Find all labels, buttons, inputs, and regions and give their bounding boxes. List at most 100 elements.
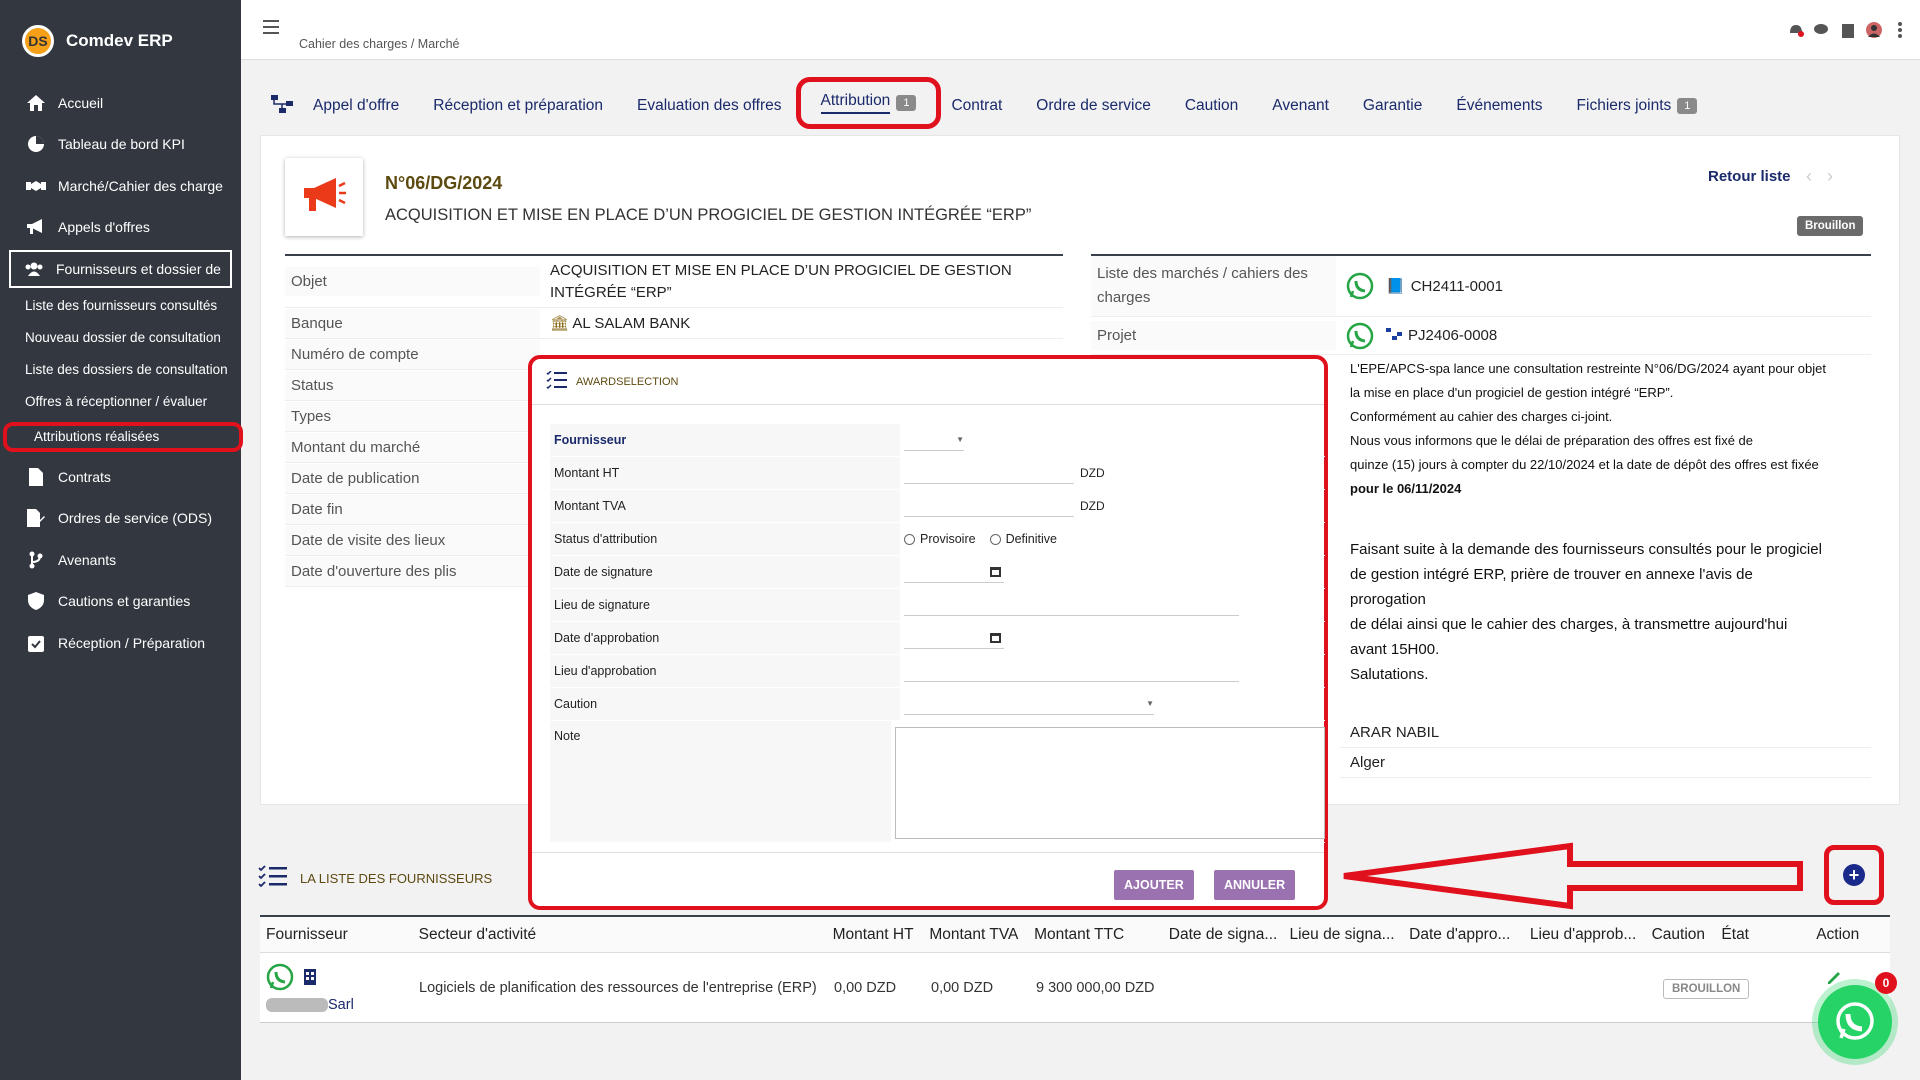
app-name: Comdev ERP (66, 31, 173, 50)
add-button[interactable]: AJOUTER (1114, 870, 1194, 900)
tab-label: Attribution (820, 92, 891, 114)
lieu-approbation-input[interactable] (904, 660, 1239, 682)
form-value (900, 655, 1325, 687)
note-textarea[interactable] (895, 727, 1325, 839)
sidebar-item-marche[interactable]: Marché/Cahier des charge (0, 165, 241, 207)
field-row: Liste des marchés / cahiers des charges … (1091, 256, 1871, 317)
montant-ht-input[interactable] (904, 462, 1074, 484)
calendar-icon[interactable] (990, 630, 1001, 647)
whatsapp-icon[interactable] (1346, 272, 1374, 300)
column-header[interactable]: Date d'appro... (1403, 926, 1524, 944)
tab-appel-offre[interactable]: Appel d'offre (313, 97, 399, 115)
column-header[interactable]: Caution (1646, 926, 1716, 944)
supplier-select[interactable]: ▼ (904, 429, 964, 451)
calendar-icon[interactable] (990, 564, 1001, 581)
sidebar-item-contrats[interactable]: Contrats (0, 456, 241, 498)
project-icon (1386, 327, 1402, 344)
add-supplier-button[interactable]: + (1843, 864, 1865, 886)
handshake-icon (26, 176, 46, 196)
chat-icon[interactable] (1814, 22, 1830, 38)
column-header[interactable]: Fournisseur (260, 926, 413, 944)
sidebar-subitem-liste-dossiers[interactable]: Liste des dossiers de consultation (0, 354, 241, 386)
column-header[interactable]: Date de signa... (1163, 926, 1284, 944)
sidebar-item-avenants[interactable]: Avenants (0, 539, 241, 581)
whatsapp-icon[interactable] (1346, 322, 1374, 350)
sidebar-item-fournisseurs[interactable]: Fournisseurs et dossier de (9, 250, 232, 288)
state-cell: BROUILLON (1527, 978, 1827, 999)
whatsapp-float-button[interactable] (1818, 985, 1892, 1059)
tab-attribution[interactable]: Attribution 1 (795, 77, 942, 129)
sector-cell: Logiciels de planification des ressource… (419, 979, 817, 996)
record-fields-right: Liste des marchés / cahiers des charges … (1091, 254, 1871, 355)
message-line: avant 15H00. (1350, 641, 1440, 658)
cancel-button[interactable]: ANNULER (1214, 870, 1296, 900)
sidebar-item-accueil[interactable]: Accueil (0, 82, 241, 124)
sidebar-item-ods[interactable]: Ordres de service (ODS) (0, 498, 241, 540)
tab-garantie[interactable]: Garantie (1363, 97, 1422, 115)
market-link[interactable]: CH2411-0001 (1411, 278, 1503, 295)
bank-name: AL SALAM BANK (572, 315, 691, 332)
brand[interactable]: DS Comdev ERP (0, 0, 241, 82)
radio-provisoire[interactable]: Provisoire (904, 532, 976, 546)
sidebar-subitem-offres[interactable]: Offres à réceptionner / évaluer (0, 386, 241, 418)
notification-icon[interactable] (1788, 22, 1804, 38)
more-vertical-icon[interactable] (1892, 22, 1908, 38)
whatsapp-count-badge: 0 (1875, 972, 1897, 994)
menu-toggle-icon[interactable] (263, 20, 279, 38)
column-header[interactable]: État (1715, 926, 1810, 944)
caution-select[interactable]: ▼ (904, 693, 1154, 715)
clipboard-check-icon (26, 633, 46, 653)
back-to-list-link[interactable]: Retour liste (1708, 168, 1791, 185)
avatar[interactable] (1866, 22, 1882, 38)
column-header[interactable]: Montant HT (827, 926, 924, 944)
project-link[interactable]: PJ2406-0008 (1408, 327, 1497, 344)
sidebar-item-reception[interactable]: Réception / Préparation (0, 622, 241, 664)
sidebar-subitem-nouveau-dossier[interactable]: Nouveau dossier de consultation (0, 322, 241, 354)
supplier-name-link[interactable]: Sarl (328, 997, 354, 1013)
column-header[interactable]: Lieu d'approb... (1524, 926, 1646, 944)
sidebar-item-cautions[interactable]: Cautions et garanties (0, 581, 241, 623)
tab-ordre-service[interactable]: Ordre de service (1036, 97, 1151, 115)
tab-caution[interactable]: Caution (1185, 97, 1238, 115)
currency-label: DZD (1080, 499, 1105, 513)
sidebar-subitem-liste-fournisseurs[interactable]: Liste des fournisseurs consultés (0, 290, 241, 322)
tab-reception-preparation[interactable]: Réception et préparation (433, 97, 603, 115)
description-line: quinze (15) jours à compter du 22/10/202… (1350, 457, 1819, 472)
radio-circle (989, 533, 1001, 545)
column-header[interactable]: Lieu de signa... (1283, 926, 1403, 944)
date-signature-input[interactable] (904, 561, 1004, 583)
form-row: Date de signature (550, 556, 1325, 589)
radio-definitive[interactable]: Definitive (989, 532, 1057, 546)
form-row: Montant TVA DZD (550, 490, 1325, 523)
tab-label: Réception et préparation (433, 97, 604, 114)
megaphone-icon (26, 217, 46, 237)
sidebar-item-label: Tableau de bord KPI (58, 136, 185, 153)
radio-label: Definitive (1005, 532, 1057, 546)
lieu-signature-input[interactable] (904, 594, 1239, 616)
form-value (900, 589, 1325, 621)
whatsapp-icon[interactable] (266, 963, 294, 995)
column-header[interactable]: Montant TTC (1028, 926, 1163, 944)
tab-contrat[interactable]: Contrat (951, 97, 1002, 115)
tab-avenant[interactable]: Avenant (1272, 97, 1329, 115)
form-row: Date d'approbation (550, 622, 1325, 655)
tab-evenements[interactable]: Événements (1456, 97, 1542, 115)
sidebar-item-appels[interactable]: Appels d'offres (0, 207, 241, 249)
field-label: Date fin (285, 494, 540, 524)
previous-icon[interactable]: ‹ (1806, 166, 1812, 186)
clipboard-icon[interactable] (1840, 22, 1856, 38)
form-label: Lieu de signature (550, 589, 900, 621)
tab-fichiers-joints[interactable]: Fichiers joints 1 (1577, 97, 1698, 115)
sidebar-subitem-attributions[interactable]: Attributions réalisées (3, 422, 243, 452)
sidebar-item-kpi[interactable]: Tableau de bord KPI (0, 124, 241, 166)
montant-tva-input[interactable] (904, 495, 1074, 517)
column-header[interactable]: Secteur d'activité (413, 926, 827, 944)
sitemap-icon[interactable] (271, 95, 293, 117)
divider (532, 852, 1324, 853)
date-approbation-input[interactable] (904, 627, 1004, 649)
list-check-icon (546, 370, 568, 392)
next-icon[interactable]: › (1827, 166, 1833, 186)
tab-evaluation-offres[interactable]: Evaluation des offres (637, 97, 781, 115)
column-header[interactable]: Montant TVA (923, 926, 1028, 944)
award-selection-modal: AWARDSELECTION Fournisseur ▼ Montant HT … (528, 355, 1328, 910)
